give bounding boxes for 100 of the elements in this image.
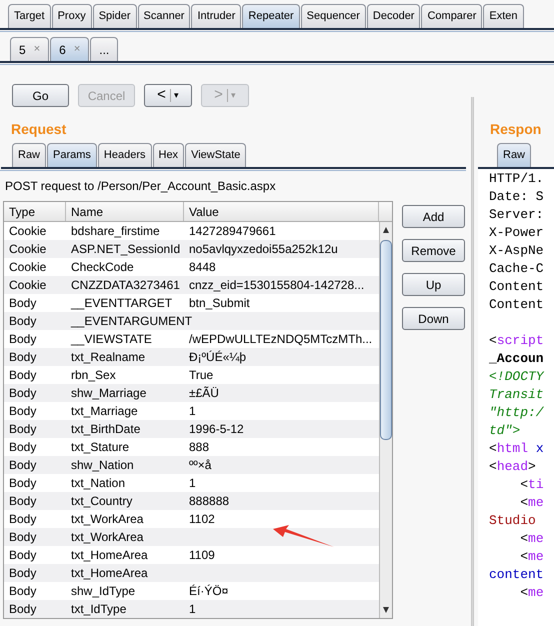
table-cell: txt_Stature bbox=[71, 440, 130, 454]
param-action-button[interactable]: Add bbox=[402, 205, 465, 228]
table-cell: Cookie bbox=[9, 278, 46, 292]
code-text: <!DOCTY bbox=[489, 369, 544, 384]
code-text: me bbox=[528, 585, 544, 600]
request-tab[interactable]: Raw bbox=[12, 143, 46, 167]
request-tab[interactable]: Headers bbox=[98, 143, 152, 167]
table-cell: Body bbox=[9, 530, 36, 544]
code-text: < bbox=[489, 459, 497, 474]
request-title: Request bbox=[10, 120, 68, 139]
table-cell: Body bbox=[9, 314, 36, 328]
column-header[interactable]: Value bbox=[184, 202, 379, 221]
code-text: Content bbox=[489, 297, 544, 312]
main-tab[interactable]: Proxy bbox=[52, 4, 92, 28]
session-tab[interactable]: 6 × bbox=[50, 37, 90, 61]
scroll-up-icon[interactable] bbox=[382, 226, 390, 234]
main-tab[interactable]: Spider bbox=[92, 4, 136, 28]
code-text: _Accoun bbox=[489, 351, 544, 366]
code-text: < bbox=[489, 333, 497, 348]
table-cell: shw_Marriage bbox=[71, 386, 146, 400]
annotation-arrow bbox=[273, 525, 335, 549]
request-tab[interactable]: Params bbox=[47, 143, 97, 167]
table-cell: txt_Country bbox=[71, 494, 132, 508]
table-cell: 1996-5-12 bbox=[189, 422, 244, 436]
code-text: HTTP/1. bbox=[489, 171, 544, 186]
table-cell: Body bbox=[9, 440, 36, 454]
table-cell: Cookie bbox=[9, 242, 46, 256]
table-cell: txt_Realname bbox=[71, 350, 146, 364]
table-cell: 1427289479661 bbox=[189, 224, 276, 238]
table-cell: Body bbox=[9, 422, 36, 436]
code-text: Studio bbox=[489, 513, 536, 528]
response-tab[interactable]: Raw bbox=[497, 143, 532, 167]
main-tab[interactable]: Comparer bbox=[421, 4, 482, 28]
code-text: head bbox=[496, 459, 528, 474]
table-cell: ASP.NET_SessionId bbox=[71, 242, 180, 256]
table-cell: btn_Submit bbox=[189, 296, 250, 310]
table-cell: Cookie bbox=[9, 224, 46, 238]
table-cell: Body bbox=[9, 476, 36, 490]
code-text: < bbox=[519, 531, 528, 546]
table-cell: __VIEWSTATE bbox=[71, 332, 152, 346]
code-text: < bbox=[489, 441, 497, 456]
table-cell: txt_IdType bbox=[71, 602, 126, 616]
scroll-thumb[interactable] bbox=[380, 240, 392, 440]
session-tab[interactable]: ... bbox=[90, 37, 118, 61]
code-text: ti bbox=[528, 477, 544, 492]
column-header[interactable]: Name bbox=[66, 202, 184, 221]
response-editor[interactable]: HTTP/1. Date: S Server: X-Power X-AspNe Cache-C Content Content <script _Accoun <!DOCTY Transit "http:/ td"> <html x <head> <ti <me Studio <me <me content <me bbox=[478, 169, 554, 626]
request-tab[interactable]: Hex bbox=[152, 143, 184, 167]
main-tab[interactable]: Repeater bbox=[242, 4, 300, 28]
table-cell: txt_HomeArea bbox=[71, 566, 148, 580]
code-text: Date: S bbox=[489, 189, 544, 204]
main-tab[interactable]: Decoder bbox=[366, 4, 420, 28]
history-button[interactable]: < ▾ bbox=[144, 84, 192, 107]
code-text: x bbox=[534, 441, 544, 456]
table-cell: 888888 bbox=[189, 494, 230, 508]
table-cell: Éí·ÝÖ¤ bbox=[189, 584, 228, 598]
scrollbar[interactable] bbox=[379, 222, 392, 618]
code-text: < bbox=[519, 585, 528, 600]
code-text: Cache-C bbox=[489, 261, 544, 276]
table-cell: Body bbox=[9, 332, 36, 346]
table-cell: txt_WorkArea bbox=[71, 512, 144, 526]
code-text: content bbox=[489, 567, 544, 582]
param-action-button[interactable]: Up bbox=[402, 273, 465, 296]
table-cell: Body bbox=[9, 602, 36, 616]
table-cell: 8448 bbox=[189, 260, 216, 274]
table-cell: Body bbox=[9, 566, 36, 580]
table-cell: 1102 bbox=[189, 512, 215, 526]
table-cell: txt_BirthDate bbox=[71, 422, 140, 436]
table-cell: Body bbox=[9, 386, 36, 400]
table-cell: 1109 bbox=[189, 548, 215, 562]
table-cell: shw_Nation bbox=[71, 458, 134, 472]
session-tab[interactable]: 5 × bbox=[10, 37, 50, 61]
code-text: html bbox=[496, 441, 528, 456]
main-tab[interactable]: Scanner bbox=[138, 4, 190, 28]
table-cell: Body bbox=[9, 296, 36, 310]
table-cell: 1 bbox=[189, 404, 196, 418]
table-cell: cnzz_eid=1530155804-142728... bbox=[189, 278, 364, 292]
main-tab[interactable]: Intruder bbox=[191, 4, 242, 28]
code-text: td"> bbox=[489, 423, 520, 438]
table-cell: CNZZDATA3273461 bbox=[71, 278, 180, 292]
table-cell: Body bbox=[9, 350, 36, 364]
table-cell: Body bbox=[9, 404, 36, 418]
table-cell: CheckCode bbox=[71, 260, 134, 274]
table-cell: 1 bbox=[189, 602, 196, 616]
param-action-button[interactable]: Down bbox=[402, 307, 465, 330]
param-action-button[interactable]: Remove bbox=[402, 239, 465, 262]
request-tab[interactable]: ViewState bbox=[185, 143, 246, 167]
table-cell: ºº×å bbox=[189, 458, 212, 472]
column-header[interactable]: Type bbox=[4, 202, 66, 221]
main-tab[interactable]: Target bbox=[8, 4, 51, 28]
table-cell: __EVENTTARGET bbox=[71, 296, 172, 310]
code-text: script bbox=[496, 333, 544, 348]
code-text: < bbox=[519, 549, 528, 564]
table-cell: Body bbox=[9, 458, 36, 472]
main-tab[interactable]: Exten bbox=[483, 4, 524, 28]
scroll-down-icon[interactable] bbox=[382, 606, 390, 614]
code-text: X-AspNe bbox=[489, 243, 544, 258]
table-cell: no5avlqyxzedoi55a252k12u bbox=[189, 242, 338, 256]
main-tab[interactable]: Sequencer bbox=[300, 4, 366, 28]
toolbar-button[interactable]: Go bbox=[12, 84, 69, 107]
